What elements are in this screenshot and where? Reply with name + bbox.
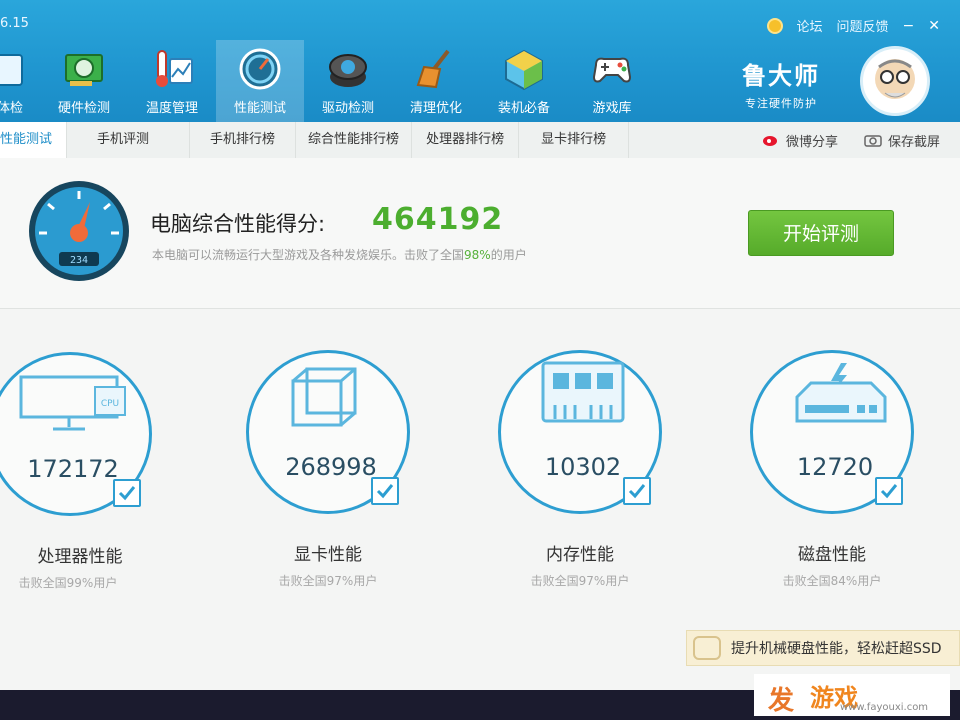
watermark-logo: 发 (768, 686, 795, 716)
svg-text:CPU: CPU (101, 399, 119, 409)
hard-disk-icon (693, 636, 721, 660)
metric-name: 显卡性能 (294, 545, 362, 565)
tool-essentials[interactable]: 装机必备 (480, 40, 568, 122)
version-label: 6.15 (0, 16, 29, 31)
memory-chip-icon (541, 361, 625, 423)
metric-gpu: 268998 显卡性能 击败全国97%用户 (246, 350, 486, 650)
score-panel: 234 电脑综合性能得分: 464192 本电脑可以流畅运行大型游戏及各种发烧娱… (0, 158, 960, 309)
tool-driver[interactable]: 驱动检测 (304, 40, 392, 122)
tool-hardware[interactable]: 硬件检测 (40, 40, 128, 122)
minimize-button[interactable]: − (903, 18, 915, 34)
monitor-icon (0, 47, 40, 91)
tool-label: 驱动检测 (321, 101, 374, 116)
metric-sub: 击败全国97%用户 (530, 574, 630, 588)
feedback-link[interactable]: 问题反馈 (837, 16, 889, 35)
subtab-phone-ranking[interactable]: 手机排行榜 (190, 122, 297, 158)
checkbox-checked-icon[interactable] (371, 477, 399, 505)
main-toolbar: 体检 硬件检测 温度管理 性能测试 驱动检测 清理优化 装机必备 游戏库 (0, 40, 656, 122)
brand-name: 鲁大师 (742, 62, 820, 90)
metric-ring: 10302 (498, 350, 662, 514)
metric-name: 处理器性能 (37, 547, 123, 567)
score-desc-suffix: 的用户 (490, 248, 527, 262)
top-bar: 6.15 论坛 问题反馈 − ✕ 体检 硬件检测 温度管理 性能测试 驱动检测 … (0, 0, 960, 122)
camera-icon (864, 135, 882, 147)
gauge-digits: 234 (70, 255, 88, 266)
disk-icon (795, 363, 887, 423)
graphics-card-icon (62, 47, 106, 91)
tool-label: 硬件检测 (57, 101, 110, 116)
metric-memory: 10302 内存性能 击败全国97%用户 (498, 350, 738, 650)
forum-link[interactable]: 论坛 (797, 16, 823, 35)
checkbox-checked-icon[interactable] (113, 479, 141, 507)
weibo-share-button[interactable]: 微博分享 (762, 131, 838, 150)
metric-sub: 击败全国99%用户 (18, 576, 118, 590)
tool-label: 游戏库 (592, 101, 632, 116)
broom-icon (414, 47, 458, 91)
save-screenshot-button[interactable]: 保存截屏 (864, 131, 940, 150)
top-links: 论坛 问题反馈 − ✕ (766, 16, 940, 35)
mascot-avatar[interactable] (860, 46, 930, 116)
site-watermark: 发 游戏 www.fayouxi.com (754, 674, 950, 716)
subtab-gpu-ranking[interactable]: 显卡排行榜 (519, 122, 630, 158)
weibo-share-label: 微博分享 (785, 134, 838, 150)
weibo-icon (762, 136, 777, 146)
score-value: 464192 (372, 202, 504, 237)
cpu-monitor-icon: CPU (19, 375, 126, 431)
checkbox-checked-icon[interactable] (623, 477, 651, 505)
score-desc-percent: 98% (464, 248, 491, 262)
score-desc-prefix: 本电脑可以流畅运行大型游戏及各种发烧娱乐。击败了全国 (152, 248, 465, 262)
tool-label: 体检 (0, 101, 23, 116)
metric-ring: 12720 (750, 350, 914, 514)
speedometer-icon (238, 47, 282, 91)
metric-ring: 268998 (246, 350, 410, 514)
app-window: 6.15 论坛 问题反馈 − ✕ 体检 硬件检测 温度管理 性能测试 驱动检测 … (0, 0, 960, 690)
metric-ring: CPU 172172 (0, 352, 152, 516)
tool-checkup[interactable]: 体检 (0, 40, 40, 122)
subtab-performance[interactable]: 性能测试 (0, 122, 68, 158)
metric-disk: 12720 磁盘性能 击败全国84%用户 (750, 350, 960, 650)
metric-name: 内存性能 (546, 545, 614, 565)
cube-icon (291, 367, 357, 427)
start-benchmark-button[interactable]: 开始评测 (748, 210, 894, 256)
close-button[interactable]: ✕ (928, 18, 940, 34)
box-icon (502, 47, 546, 91)
tool-games[interactable]: 游戏库 (568, 40, 656, 122)
tool-label: 温度管理 (145, 101, 198, 116)
checkbox-checked-icon[interactable] (875, 477, 903, 505)
gamepad-icon (590, 47, 634, 91)
score-title: 电脑综合性能得分: (150, 212, 326, 236)
tool-performance[interactable]: 性能测试 (216, 40, 304, 122)
metric-sub: 击败全国97%用户 (278, 574, 378, 588)
driver-icon (326, 47, 370, 91)
metric-name: 磁盘性能 (798, 545, 866, 565)
tool-label: 性能测试 (233, 101, 286, 116)
coin-icon[interactable] (766, 17, 783, 34)
save-screenshot-label: 保存截屏 (887, 134, 940, 150)
thermometer-icon (150, 47, 194, 91)
watermark-url: www.fayouxi.com (840, 702, 929, 713)
tool-cleanup[interactable]: 清理优化 (392, 40, 480, 122)
tool-label: 清理优化 (409, 101, 462, 116)
sub-tabs: 性能测试 手机评测 手机排行榜 综合性能排行榜 处理器排行榜 显卡排行榜 微博分… (0, 122, 960, 159)
promo-text: 提升机械硬盘性能，轻松赶超SSD (731, 641, 942, 657)
gauge-icon: 234 (26, 178, 132, 284)
tool-label: 装机必备 (497, 101, 550, 116)
share-area: 微博分享 保存截屏 (762, 122, 940, 158)
subtab-overall-ranking[interactable]: 综合性能排行榜 (296, 122, 413, 158)
brand-slogan: 专注硬件防护 (745, 97, 817, 110)
brand: 鲁大师 专注硬件防护 (742, 56, 820, 111)
tool-temperature[interactable]: 温度管理 (128, 40, 216, 122)
subtab-phone-review[interactable]: 手机评测 (67, 122, 191, 158)
score-description: 本电脑可以流畅运行大型游戏及各种发烧娱乐。击败了全国98%的用户 (152, 246, 527, 263)
metric-sub: 击败全国84%用户 (782, 574, 882, 588)
ssd-promo-banner[interactable]: 提升机械硬盘性能，轻松赶超SSD (686, 630, 960, 666)
metric-cpu: CPU 172172 处理器性能 击败全国99%用户 (0, 352, 228, 652)
subtab-cpu-ranking[interactable]: 处理器排行榜 (412, 122, 520, 158)
